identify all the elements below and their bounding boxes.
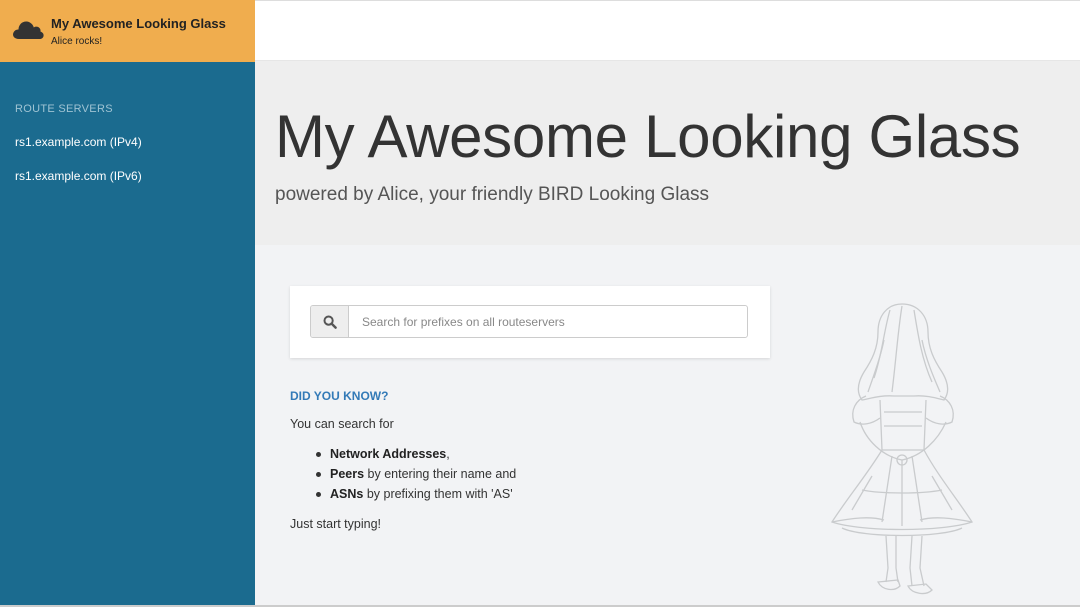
did-you-know-title: DID YOU KNOW? xyxy=(290,389,389,403)
did-you-know-intro: You can search for xyxy=(290,417,394,431)
alice-illustration xyxy=(831,303,973,595)
sidebar-section-label: ROUTE SERVERS xyxy=(15,103,113,115)
jumbotron: My Awesome Looking Glass powered by Alic… xyxy=(255,61,1080,245)
brand-header[interactable]: My Awesome Looking Glass Alice rocks! xyxy=(0,0,255,62)
search-input[interactable] xyxy=(350,306,746,337)
list-item-text: by prefixing them with 'AS' xyxy=(363,487,513,501)
page-title: My Awesome Looking Glass xyxy=(275,103,1021,170)
did-you-know-outro: Just start typing! xyxy=(290,517,382,531)
search-icon xyxy=(323,315,337,329)
list-item: ASNs by prefixing them with 'AS' xyxy=(290,486,516,506)
sidebar-item-rs1-ipv4[interactable]: rs1.example.com (IPv4) xyxy=(15,135,142,149)
top-navbar xyxy=(255,0,1080,61)
search-card xyxy=(290,286,770,358)
sidebar: ROUTE SERVERS rs1.example.com (IPv4) rs1… xyxy=(0,62,255,607)
list-item-bold: Network Addresses xyxy=(330,447,447,461)
page-lead: powered by Alice, your friendly BIRD Loo… xyxy=(275,184,710,205)
sidebar-item-rs1-ipv6[interactable]: rs1.example.com (IPv6) xyxy=(15,169,142,183)
list-item-bold: Peers xyxy=(330,467,365,481)
did-you-know-list: Network Addresses, Peers by entering the… xyxy=(290,446,516,506)
list-item-text: by entering their name and xyxy=(364,467,517,481)
search-input-group xyxy=(310,305,748,338)
list-item-bold: ASNs xyxy=(330,487,364,501)
list-item: Network Addresses, xyxy=(290,446,516,466)
brand-title: My Awesome Looking Glass xyxy=(51,16,226,31)
cloud-icon xyxy=(13,21,44,39)
list-item-text: , xyxy=(446,447,450,461)
search-addon[interactable] xyxy=(311,306,349,337)
brand-subtitle: Alice rocks! xyxy=(51,36,103,47)
list-item: Peers by entering their name and xyxy=(290,466,516,486)
